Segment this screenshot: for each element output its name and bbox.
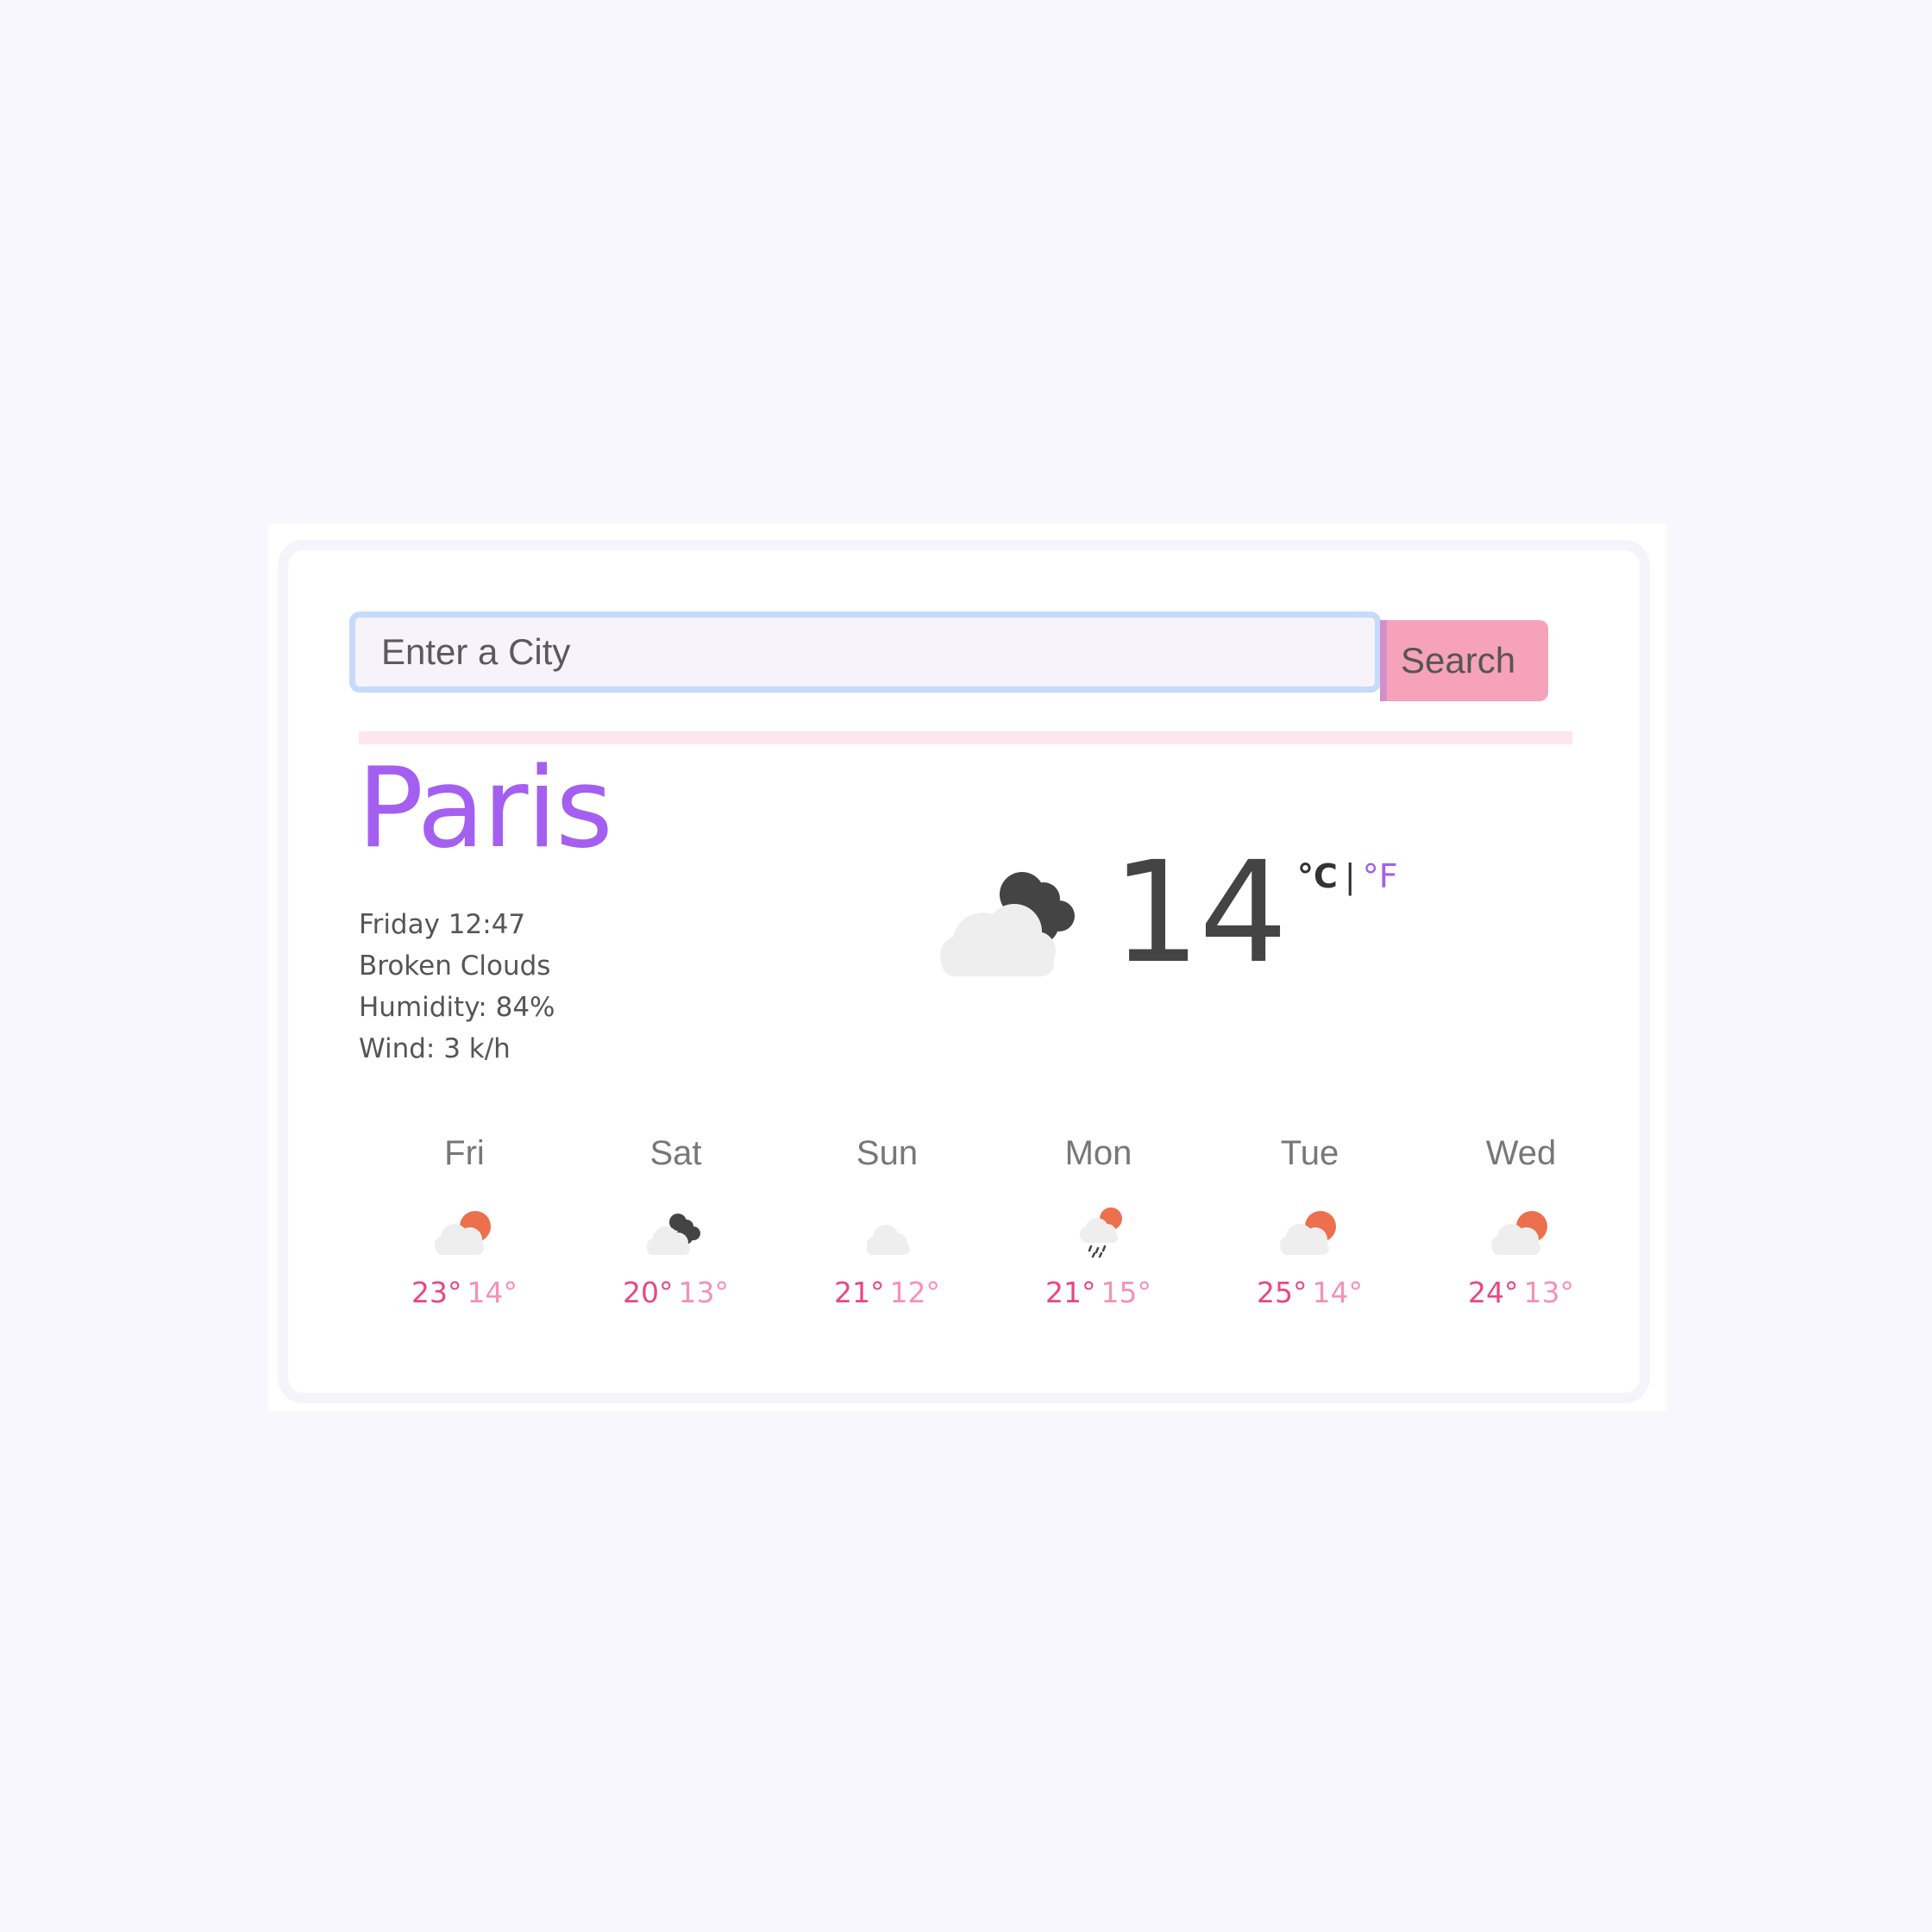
fahrenheit-link[interactable]: °F: [1363, 857, 1398, 895]
forecast-day-name: Tue: [1280, 1134, 1339, 1172]
partly-cloudy-icon: [1490, 1211, 1547, 1255]
forecast-max-temp: 21°: [834, 1276, 885, 1309]
forecast-day: Mon 21° 15°: [993, 1129, 1204, 1309]
broken-clouds-icon: [940, 872, 1075, 976]
forecast-day-name: Mon: [1064, 1134, 1132, 1172]
description-text: Broken Clouds: [359, 950, 551, 982]
forecast-temps: 20° 13°: [570, 1276, 781, 1309]
forecast-min-temp: 14°: [1312, 1276, 1364, 1309]
forecast-day-name: Wed: [1485, 1134, 1557, 1172]
city-search-input[interactable]: [349, 612, 1381, 693]
forecast-temps: 21° 12°: [781, 1276, 993, 1309]
forecast-day-name: Fri: [444, 1134, 485, 1172]
city-name: Paris: [357, 744, 613, 873]
partly-cloudy-icon: [434, 1211, 491, 1255]
wind-text: Wind: 3 k/h: [359, 1033, 511, 1064]
forecast-day-name: Sat: [649, 1134, 702, 1172]
divider: [359, 731, 1572, 744]
search-button[interactable]: Search: [1380, 620, 1548, 701]
forecast-min-temp: 14°: [467, 1276, 518, 1309]
forecast-max-temp: 24°: [1468, 1276, 1519, 1309]
cloud-icon: [866, 1225, 910, 1255]
current-temperature: 14: [1112, 832, 1288, 994]
forecast-max-temp: 21°: [1045, 1276, 1096, 1309]
forecast-min-temp: 15°: [1101, 1276, 1152, 1309]
forecast-temps: 24° 13°: [1415, 1276, 1627, 1309]
forecast-max-temp: 23°: [411, 1276, 462, 1309]
forecast-max-temp: 20°: [623, 1276, 674, 1309]
forecast: Fri 23° 14° Sat 20° 13° Sun 21° 12° Mon …: [359, 1129, 1628, 1309]
humidity-text: Humidity: 84%: [359, 992, 555, 1023]
forecast-day: Wed 24° 13°: [1415, 1129, 1627, 1309]
unit-toggle: °C | °F: [1297, 857, 1398, 895]
unit-separator: |: [1344, 857, 1356, 895]
broken-clouds-icon: [646, 1214, 700, 1255]
forecast-day: Fri 23° 14°: [359, 1129, 570, 1309]
app-frame: Search Paris Friday 12:47 Broken Clouds …: [268, 524, 1666, 1411]
forecast-min-temp: 12°: [889, 1276, 941, 1309]
datetime-text: Friday 12:47: [359, 909, 526, 940]
forecast-day-name: Sun: [856, 1134, 919, 1172]
weather-card: Search Paris Friday 12:47 Broken Clouds …: [278, 540, 1650, 1403]
forecast-temps: 21° 15°: [993, 1276, 1204, 1309]
forecast-day: Sun 21° 12°: [781, 1129, 993, 1309]
forecast-temps: 25° 14°: [1204, 1276, 1415, 1309]
forecast-day: Tue 25° 14°: [1204, 1129, 1415, 1309]
forecast-min-temp: 13°: [1523, 1276, 1575, 1309]
forecast-temps: 23° 14°: [359, 1276, 570, 1309]
forecast-max-temp: 25°: [1257, 1276, 1308, 1309]
weather-details: Friday 12:47 Broken Clouds Humidity: 84%…: [359, 904, 555, 1070]
partly-cloudy-icon: [1279, 1211, 1336, 1255]
rain-icon: [1079, 1208, 1122, 1258]
celsius-link[interactable]: °C: [1297, 857, 1338, 895]
forecast-min-temp: 13°: [678, 1276, 730, 1309]
forecast-day: Sat 20° 13°: [570, 1129, 781, 1309]
